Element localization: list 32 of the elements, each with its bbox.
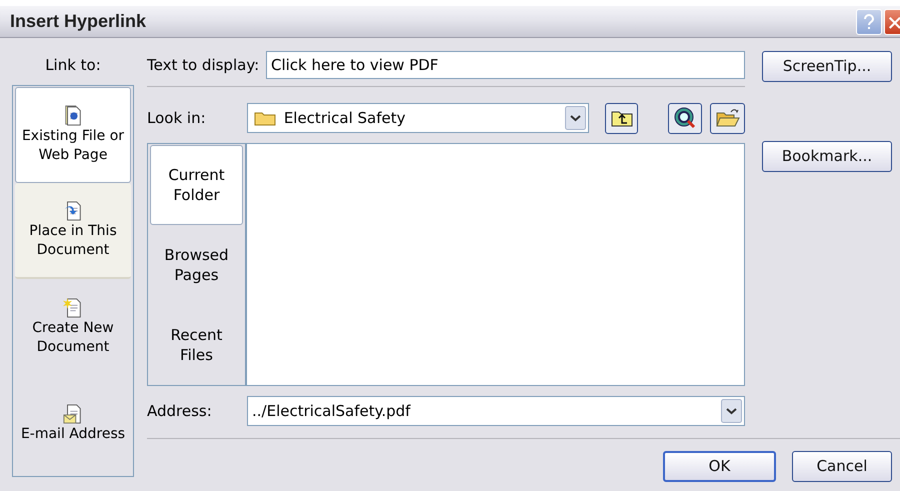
- open-folder-icon: [716, 108, 740, 128]
- screentip-button[interactable]: ScreenTip...: [762, 51, 892, 82]
- close-button[interactable]: [884, 8, 900, 34]
- up-folder-button[interactable]: [605, 102, 638, 134]
- cancel-button[interactable]: Cancel: [792, 451, 892, 482]
- search-web-button[interactable]: [668, 102, 702, 134]
- window-title: Insert Hyperlink: [10, 10, 146, 33]
- places-option[interactable]: Browsed Pages: [150, 225, 243, 305]
- ok-button[interactable]: OK: [663, 451, 776, 482]
- places-option[interactable]: Recent Files: [150, 305, 243, 385]
- new-document-icon: [63, 297, 83, 319]
- text-to-display-label: Text to display:: [147, 54, 260, 76]
- document-icon: [63, 200, 83, 222]
- question-mark-icon: [863, 14, 875, 30]
- look-in-dropdown[interactable]: Electrical Safety: [246, 103, 590, 133]
- document-icon: [63, 105, 83, 127]
- browse-file-button[interactable]: [710, 102, 745, 134]
- link-type-option[interactable]: Create New Document: [15, 279, 131, 375]
- folder-icon: [254, 110, 276, 126]
- address-label: Address:: [147, 400, 213, 422]
- up-folder-icon: [610, 109, 633, 127]
- bookmark-button[interactable]: Bookmark...: [762, 141, 892, 172]
- places-option[interactable]: Current Folder: [150, 145, 243, 225]
- link-type-option[interactable]: Place in This Document: [15, 183, 131, 279]
- link-type-option[interactable]: E-mail Address: [15, 375, 131, 471]
- text-to-display-field[interactable]: Click here to view PDF: [266, 51, 745, 79]
- envelope-document-icon: [63, 402, 83, 424]
- link-type-option[interactable]: Existing File or Web Page: [15, 87, 131, 183]
- link-to-label: Link to:: [44, 55, 102, 76]
- close-icon: [888, 14, 900, 28]
- look-in-label: Look in:: [147, 108, 207, 129]
- address-field[interactable]: ../ElectricalSafety.pdf: [247, 396, 745, 426]
